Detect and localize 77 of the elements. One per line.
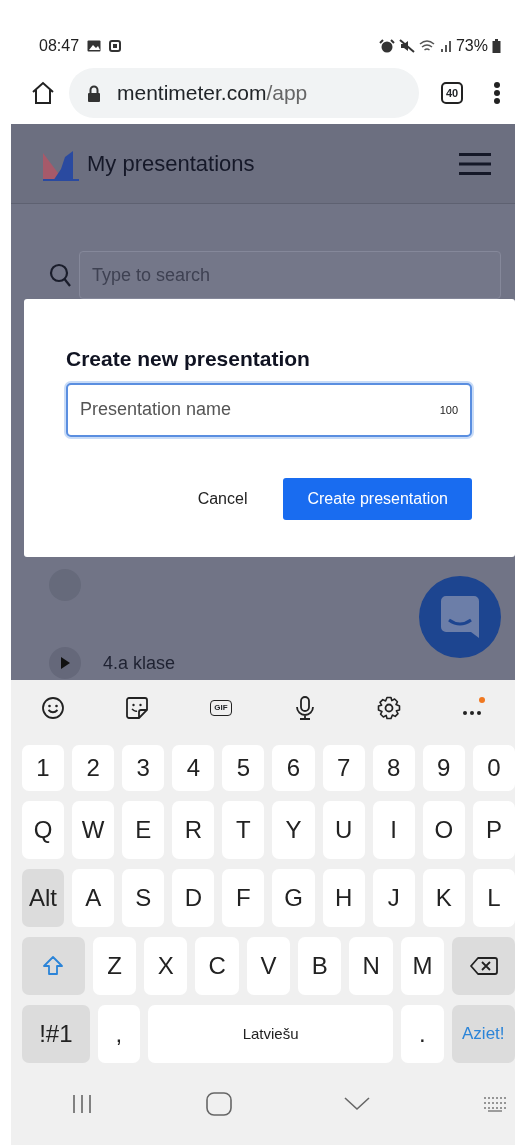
keyboard-key[interactable]: V [246, 937, 291, 995]
shift-icon [42, 955, 65, 977]
keyboard-key[interactable]: 3 [122, 745, 165, 791]
search-icon [49, 263, 71, 287]
keyboard-key[interactable]: L [472, 869, 515, 927]
keyboard-key[interactable]: F [222, 869, 265, 927]
dialog-title: Create new presentation [66, 346, 311, 372]
square-icon [109, 40, 122, 52]
space-key[interactable]: Latviešu [147, 1005, 394, 1063]
more-icon[interactable] [493, 81, 501, 105]
address-bar[interactable]: mentimeter.com/app [69, 68, 419, 118]
alt-key[interactable]: Alt [22, 869, 65, 927]
signal-icon [439, 39, 452, 53]
keyboard-key[interactable]: 4 [172, 745, 215, 791]
create-button[interactable]: Create presentation [283, 477, 472, 520]
keyboard-key[interactable]: Z [92, 937, 137, 995]
keyboard-key[interactable]: 8 [372, 745, 415, 791]
gif-button[interactable]: GIF [210, 699, 232, 716]
battery-percentage: 73% [455, 36, 488, 56]
sticker-icon[interactable] [125, 695, 149, 720]
keyboard-key[interactable]: E [122, 801, 165, 859]
shift-key[interactable] [22, 937, 85, 995]
keyboard-key[interactable]: W [72, 801, 115, 859]
keyboard-key[interactable]: R [172, 801, 215, 859]
keyboard-key[interactable]: 1 [22, 745, 65, 791]
backspace-icon [469, 956, 498, 976]
keyboard-key[interactable]: 7 [322, 745, 365, 791]
settings-icon[interactable] [377, 695, 401, 720]
tab-count-button[interactable]: 40 [441, 82, 463, 104]
keyboard-key[interactable]: Y [272, 801, 315, 859]
play-icon [60, 657, 70, 669]
keyboard-key[interactable]: 0 [472, 745, 515, 791]
keyboard-key[interactable]: 9 [422, 745, 465, 791]
keyboard-key[interactable]: B [298, 937, 342, 995]
keyboard-key[interactable]: 5 [222, 745, 265, 791]
keyboard-key[interactable]: U [322, 801, 365, 859]
keyboard-key[interactable]: Q [22, 801, 65, 859]
emoji-icon[interactable] [41, 695, 65, 720]
alarm-icon [378, 39, 395, 53]
keyboard-key[interactable]: K [422, 869, 465, 927]
keyboard-key[interactable]: 6 [272, 745, 315, 791]
keyboard-key[interactable]: X [144, 937, 188, 995]
menu-icon[interactable] [459, 152, 491, 175]
keyboard-key[interactable]: J [372, 869, 415, 927]
cancel-button[interactable]: Cancel [191, 476, 254, 521]
keyboard-key[interactable]: , [97, 1005, 140, 1063]
home-icon[interactable] [31, 81, 55, 105]
mute-icon [398, 39, 415, 53]
keyboard-key[interactable]: P [472, 801, 515, 859]
character-counter: 100 [439, 402, 458, 418]
battery-icon [492, 39, 501, 53]
symbols-key[interactable]: !#1 [22, 1005, 90, 1063]
gallery-icon [87, 40, 102, 52]
recent-apps-icon[interactable] [71, 1093, 93, 1115]
app-title: My presentations [87, 150, 255, 178]
status-time: 08:47 [39, 36, 80, 56]
keyboard-key[interactable]: M [400, 937, 445, 995]
wifi-icon [418, 39, 436, 53]
microphone-icon[interactable] [293, 695, 317, 720]
chat-icon [441, 596, 479, 638]
keyboard-key[interactable]: C [195, 937, 239, 995]
chevron-down-icon[interactable] [344, 1097, 371, 1111]
backspace-key[interactable] [452, 937, 515, 995]
keyboard-key[interactable]: G [272, 869, 315, 927]
keyboard-key[interactable]: S [122, 869, 165, 927]
keyboard-key[interactable]: . [401, 1005, 444, 1063]
keyboard-key[interactable]: N [349, 937, 393, 995]
keyboard-key[interactable]: A [72, 869, 115, 927]
lock-icon [87, 84, 101, 102]
keyboard-key[interactable]: 2 [72, 745, 115, 791]
keyboard-key[interactable]: T [222, 801, 265, 859]
keyboard-key[interactable]: H [322, 869, 365, 927]
keyboard-key[interactable]: D [172, 869, 215, 927]
keyboard-icon[interactable] [482, 1096, 507, 1112]
url-text: mentimeter.com/app [117, 80, 308, 107]
keyboard-key[interactable]: O [422, 801, 465, 859]
keyboard-key[interactable]: I [372, 801, 415, 859]
